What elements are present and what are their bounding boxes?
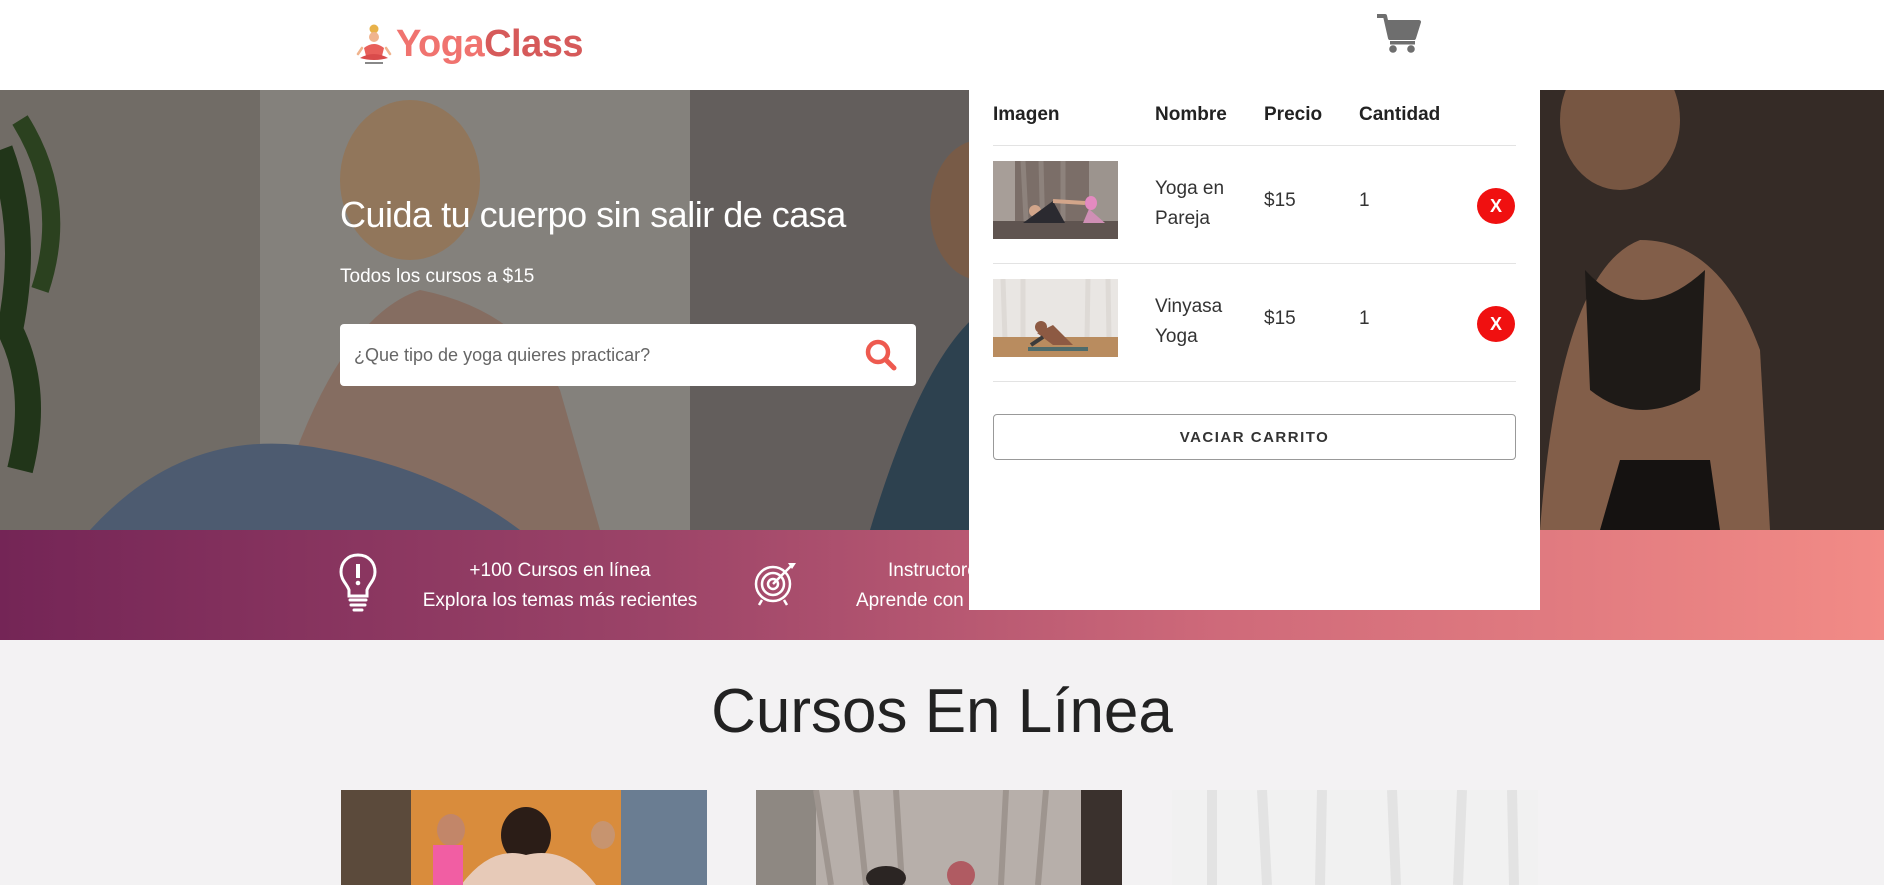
feature-instructors-title: Instructore bbox=[888, 560, 978, 581]
cart-item-name: Vinyasa Yoga bbox=[1155, 296, 1223, 347]
hero-title: Cuida tu cuerpo sin salir de casa bbox=[340, 194, 846, 235]
course-image-3 bbox=[1172, 790, 1538, 885]
features-bar: +100 Cursos en línea Explora los temas m… bbox=[0, 530, 1884, 640]
feature-courses-desc: Explora los temas más recientes bbox=[422, 590, 698, 611]
courses-section-title: Cursos En Línea bbox=[711, 677, 1173, 746]
meditation-logo-icon bbox=[356, 24, 392, 64]
course-card-image[interactable] bbox=[756, 790, 1122, 885]
shopping-cart-icon[interactable] bbox=[1376, 12, 1422, 54]
target-icon bbox=[754, 563, 796, 606]
remove-item-button[interactable]: X bbox=[1477, 306, 1515, 342]
cart-item-price: $15 bbox=[1264, 308, 1296, 329]
hero-subtitle: Todos los cursos a $15 bbox=[340, 266, 535, 287]
hero-banner: Cuida tu cuerpo sin salir de casa Todos … bbox=[0, 90, 1884, 530]
hero-overlay bbox=[0, 90, 1884, 530]
cart-item-image bbox=[993, 161, 1118, 239]
cart-item-quantity: 1 bbox=[1359, 190, 1370, 211]
feature-instructors: Instructore Aprende con bbox=[856, 556, 980, 616]
cart-item-name: Yoga en Pareja bbox=[1155, 178, 1225, 229]
remove-item-button[interactable]: X bbox=[1477, 188, 1515, 224]
course-image-1 bbox=[341, 790, 707, 885]
header-imagen: Imagen bbox=[993, 104, 1060, 125]
course-card-image[interactable] bbox=[1172, 790, 1538, 885]
search-box bbox=[340, 324, 916, 386]
course-image-2 bbox=[756, 790, 1122, 885]
cart-item-price: $15 bbox=[1264, 190, 1296, 211]
cart-item-quantity: 1 bbox=[1359, 308, 1370, 329]
empty-cart-button[interactable]: VACIAR CARRITO bbox=[993, 414, 1516, 460]
cart-item-row: Yoga en Pareja $15 1 X bbox=[993, 146, 1516, 264]
header-cantidad: Cantidad bbox=[1359, 104, 1441, 125]
lightbulb-icon bbox=[339, 553, 377, 612]
cart-table: Imagen Nombre Precio Cantidad Yoga en Pa… bbox=[993, 90, 1516, 382]
cart-dropdown: Imagen Nombre Precio Cantidad Yoga en Pa… bbox=[969, 90, 1540, 610]
search-input[interactable] bbox=[340, 324, 860, 386]
header-nombre: Nombre bbox=[1155, 104, 1227, 125]
logo[interactable]: YogaClass bbox=[356, 22, 583, 66]
search-icon[interactable] bbox=[864, 338, 898, 372]
cart-item-row: Vinyasa Yoga $15 1 X bbox=[993, 264, 1516, 382]
feature-courses: +100 Cursos en línea Explora los temas m… bbox=[418, 556, 702, 616]
course-card-image[interactable] bbox=[341, 790, 707, 885]
cart-table-header: Imagen Nombre Precio Cantidad bbox=[993, 90, 1516, 146]
logo-text: YogaClass bbox=[396, 22, 583, 65]
feature-instructors-desc: Aprende con bbox=[856, 590, 964, 611]
header-precio: Precio bbox=[1264, 104, 1323, 125]
site-header: YogaClass bbox=[0, 0, 1884, 90]
feature-courses-title: +100 Cursos en línea bbox=[469, 560, 651, 581]
cart-item-image bbox=[993, 279, 1118, 357]
